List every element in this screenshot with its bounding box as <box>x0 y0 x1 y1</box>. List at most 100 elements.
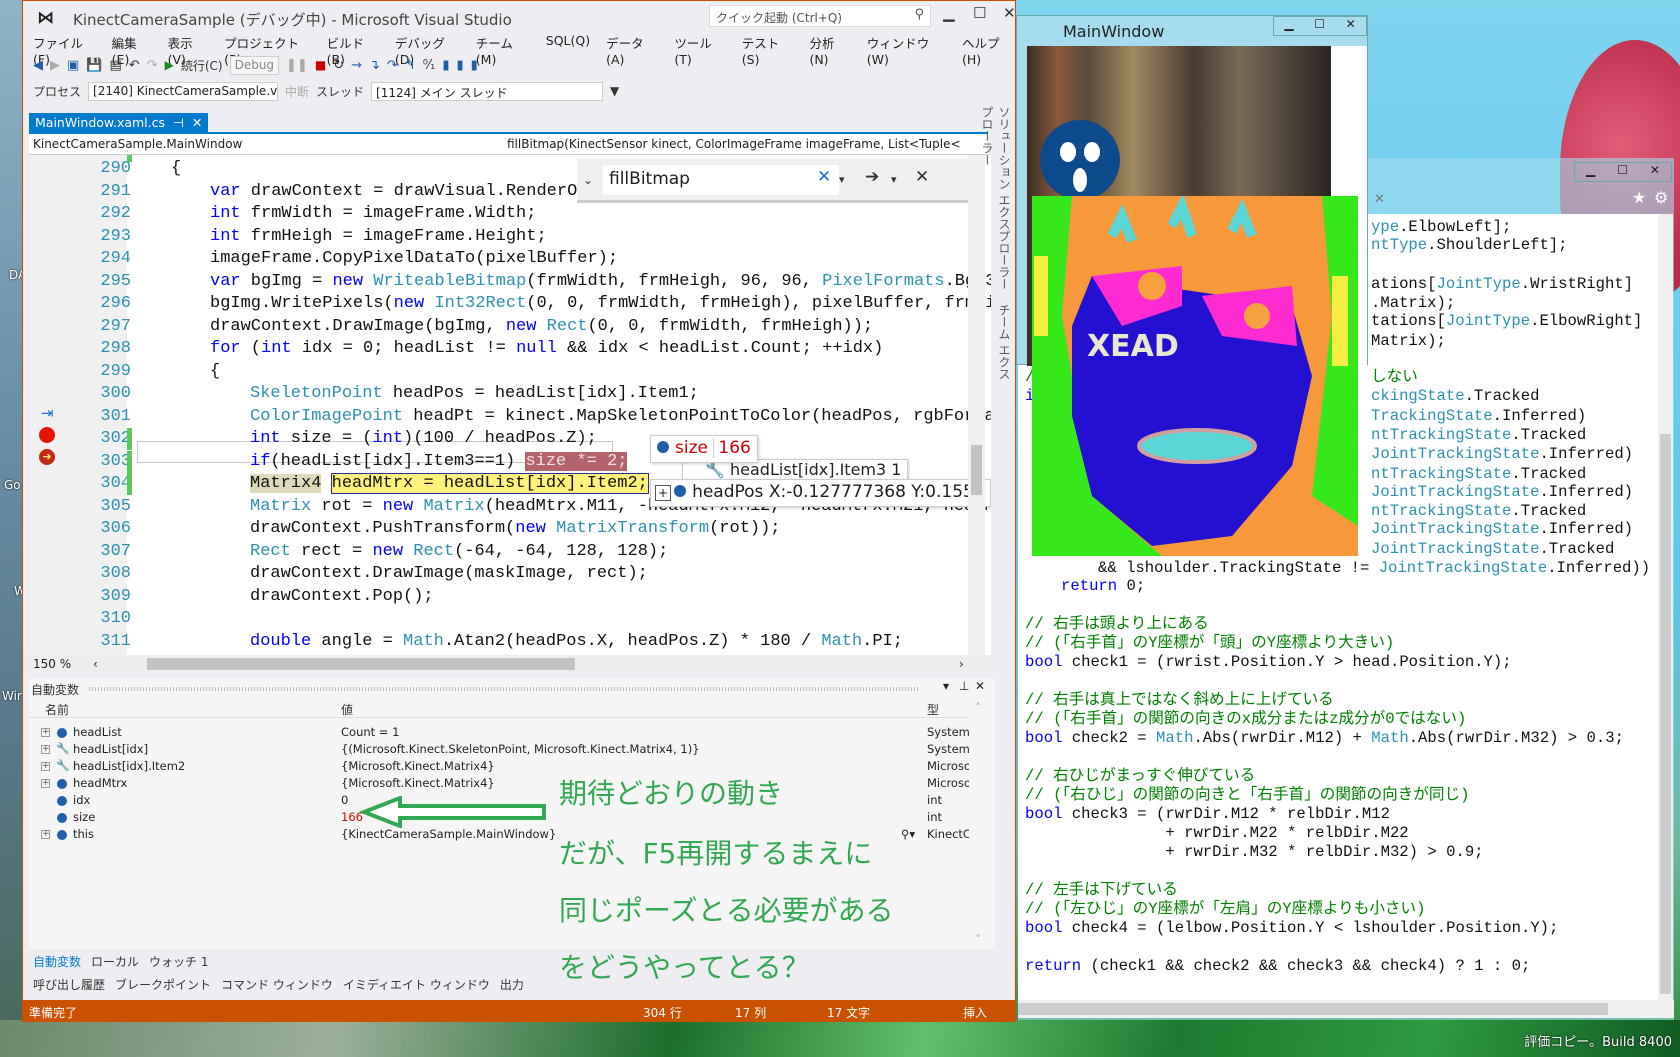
menu-item[interactable]: 分析(N) <box>809 33 850 67</box>
maximize-button[interactable]: ☐ <box>1314 17 1325 35</box>
autos-row[interactable]: + 🔧 headList[idx].Item2 {Microsoft.Kinect.M… <box>29 758 969 775</box>
clear-search-icon[interactable]: ✕ <box>817 167 831 187</box>
bookmark-icon[interactable]: ▮ <box>442 58 449 73</box>
stop-debugging-icon[interactable]: ■ <box>315 58 326 72</box>
code-line[interactable]: double angle = Math.Atan2(headPos.X, hea… <box>250 631 903 653</box>
tool-tab[interactable]: ウォッチ 1 <box>149 953 208 970</box>
variable-value[interactable]: {Microsoft.Kinect.Matrix4} <box>341 776 495 790</box>
zoom-level-select[interactable]: 150 % <box>33 657 71 671</box>
variable-value[interactable]: Count = 1 <box>341 725 399 739</box>
save-icon[interactable]: 💾 <box>86 58 102 73</box>
tool-tab[interactable]: 自動変数 <box>33 953 81 970</box>
tool-tab[interactable]: イミディエイト ウィンドウ <box>343 976 490 993</box>
thread-select[interactable]: [1124] メイン スレッド <box>371 81 604 101</box>
tracepoint-icon[interactable]: ⇥ <box>41 404 54 422</box>
close-button[interactable]: ✕ <box>1650 163 1660 181</box>
show-next-statement-icon[interactable]: → <box>351 58 362 73</box>
forward-icon[interactable]: ▶ <box>50 58 60 73</box>
desktop-icon-label[interactable]: Go <box>4 478 21 492</box>
code-line[interactable]: int frmWidth = imageFrame.Width; <box>210 203 536 225</box>
code-line[interactable]: Matrix4 headMtrx = headList[idx].Item2; <box>250 473 649 495</box>
scroll-thumb[interactable] <box>1660 434 1671 994</box>
code-line[interactable]: drawContext.PushTransform(new MatrixTran… <box>250 518 781 540</box>
menu-item[interactable]: SQL(Q) <box>546 33 590 67</box>
maximize-button[interactable]: ☐ <box>1617 163 1628 181</box>
toggle-replace-icon[interactable]: ⌄ <box>583 173 593 187</box>
current-statement-arrow-icon[interactable]: ➜ <box>39 449 55 465</box>
quick-launch-input[interactable]: クイック起動 (Ctrl+Q) ⚲ <box>709 5 931 27</box>
autos-row[interactable]: + headList Count = 1 System.C <box>29 724 969 741</box>
column-header-type[interactable]: 型 <box>927 701 939 718</box>
page-horizontal-scrollbar[interactable] <box>1018 1000 1674 1018</box>
code-line[interactable]: drawContext.Pop(); <box>250 586 434 608</box>
find-options-icon[interactable]: ▾ <box>891 173 897 186</box>
favorites-star-icon[interactable]: ★ <box>1632 188 1646 207</box>
configuration-select[interactable]: Debug <box>229 55 280 75</box>
expand-icon[interactable]: + <box>41 762 50 771</box>
expand-icon[interactable]: + <box>655 485 672 501</box>
type-dropdown[interactable]: KinectCameraSample.MainWindow <box>33 137 242 151</box>
search-options-icon[interactable]: ▾ <box>839 173 845 186</box>
solution-explorer-tab[interactable]: ソリューション エクスプローラー <box>997 106 1011 290</box>
page-vertical-scrollbar[interactable] <box>1658 214 1673 1000</box>
tab-close-icon[interactable]: ✕ <box>1374 192 1385 207</box>
save-all-icon[interactable]: ▤ <box>109 58 121 73</box>
next-bookmark-icon[interactable]: ▮ <box>456 58 463 73</box>
code-line[interactable]: drawContext.DrawImage(maskImage, rect); <box>250 563 648 585</box>
code-line[interactable]: bgImg.WritePixels(new Int32Rect(0, 0, fr… <box>210 293 991 315</box>
variable-value[interactable]: {KinectCameraSample.MainWindow} <box>341 827 556 841</box>
filter-icon[interactable]: ▼ <box>610 84 619 98</box>
scroll-left-icon[interactable]: ‹ <box>93 657 98 671</box>
code-line[interactable]: var drawContext = drawVisual.RenderOpen <box>210 181 608 203</box>
scroll-thumb[interactable] <box>971 445 982 495</box>
close-panel-icon[interactable]: ✕ <box>975 679 985 693</box>
scroll-thumb[interactable] <box>1018 1003 1608 1015</box>
hex-display-icon[interactable]: ⁰⁄₁ <box>423 58 436 73</box>
menu-item[interactable]: ヘルプ(H) <box>962 33 1015 67</box>
pin-icon[interactable]: ⊥ <box>959 679 969 693</box>
continue-button[interactable]: 続行(C) <box>181 57 223 74</box>
code-line[interactable]: if(headList[idx].Item3==1) size *= 2; <box>250 451 628 473</box>
datatip-headpos[interactable]: + headPos X:-0.127777368 Y:0.155 <box>650 479 991 507</box>
variable-value[interactable]: 0 <box>341 793 348 807</box>
back-icon[interactable]: ◀ <box>33 58 43 73</box>
close-find-icon[interactable]: ✕ <box>915 167 929 187</box>
code-line[interactable]: for (int idx = 0; headList != null && id… <box>210 338 883 360</box>
datatip-size[interactable]: size 166 <box>650 435 758 463</box>
autos-row[interactable]: + headMtrx {Microsoft.Kinect.Matrix4} Micro… <box>29 775 969 792</box>
code-line[interactable]: int size = (int)(100 / headPos.Z); <box>250 428 597 450</box>
process-select[interactable]: [2140] KinectCameraSample.v <box>88 81 279 101</box>
break-label[interactable]: 中断 <box>285 83 309 100</box>
column-header-value[interactable]: 値 <box>341 701 353 718</box>
tool-tab[interactable]: ブレークポイント <box>115 976 211 993</box>
code-line[interactable]: drawContext.DrawImage(bgImg, new Rect(0,… <box>210 316 873 338</box>
step-out-icon[interactable]: ↰ <box>405 58 416 73</box>
code-line[interactable]: { <box>171 158 181 180</box>
minimize-button[interactable]: ▁ <box>1284 17 1293 35</box>
autos-row[interactable]: + 🔧 headList[idx] {(Microsoft.Kinect.Skelet… <box>29 741 969 758</box>
window-position-icon[interactable]: ▾ <box>943 679 949 693</box>
step-into-icon[interactable]: ↴ <box>369 58 380 73</box>
code-line[interactable]: ColorImagePoint headPt = kinect.MapSkele… <box>250 406 991 428</box>
code-editor[interactable]: 290 {291 var drawContext = drawVisual.Rend… <box>29 155 991 655</box>
variable-value[interactable]: {Microsoft.Kinect.Matrix4} <box>341 759 495 773</box>
tool-tab[interactable]: コマンド ウィンドウ <box>221 976 333 993</box>
expand-icon[interactable]: + <box>41 745 50 754</box>
scroll-right-icon[interactable]: › <box>959 657 964 671</box>
clear-bookmarks-icon[interactable]: ▮ <box>471 58 478 73</box>
close-button[interactable]: ✕ <box>1003 4 1016 22</box>
menu-item[interactable]: チーム(M) <box>476 33 530 67</box>
maximize-button[interactable]: ☐ <box>973 4 986 22</box>
step-over-icon[interactable]: ↷ <box>387 58 398 73</box>
horizontal-scroll-thumb[interactable] <box>147 658 575 670</box>
member-dropdown[interactable]: fillBitmap(KinectSensor kinect, ColorIma… <box>507 137 961 151</box>
tab-close-icon[interactable]: ✕ <box>192 115 202 130</box>
menu-item[interactable]: データ(A) <box>606 33 658 67</box>
code-line[interactable]: var bgImg = new WriteableBitmap(frmWidth… <box>210 271 991 293</box>
title-grip[interactable] <box>89 687 919 691</box>
expand-icon[interactable]: + <box>41 728 50 737</box>
find-next-icon[interactable]: ➔ <box>865 167 879 187</box>
tool-tab[interactable]: 呼び出し履歴 <box>33 976 105 993</box>
tool-tab[interactable]: ローカル <box>91 953 139 970</box>
menu-item[interactable]: ツール(T) <box>674 33 725 67</box>
